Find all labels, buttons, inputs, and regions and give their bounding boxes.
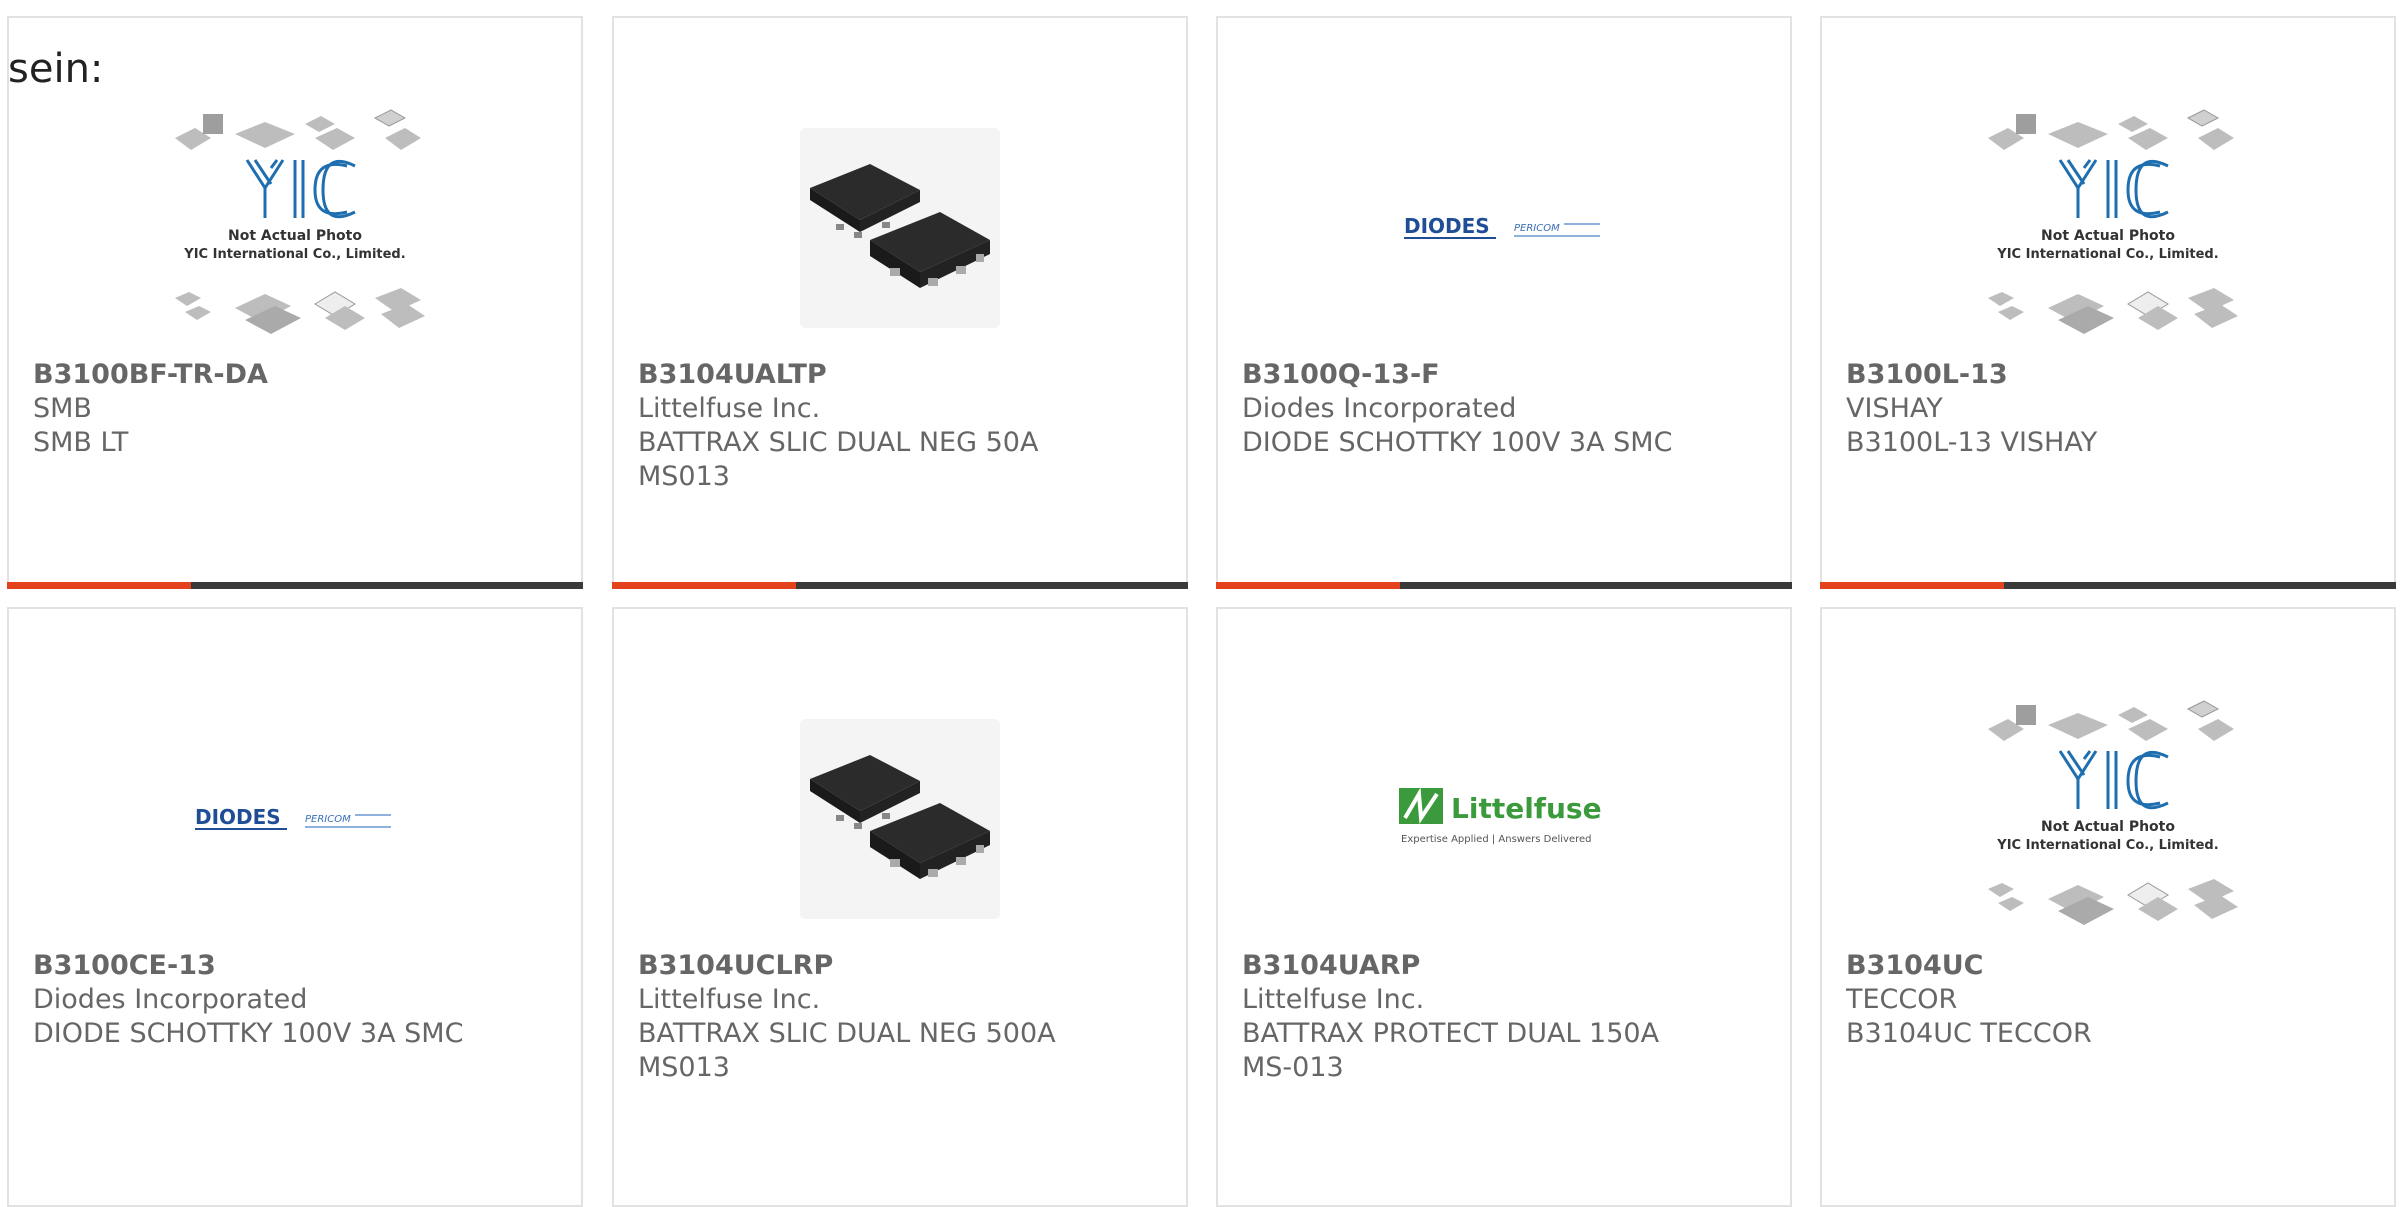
product-info: B3100L-13 VISHAY B3100L-13 VISHAY bbox=[1846, 358, 2374, 460]
product-description: MS-013 bbox=[1242, 1052, 1344, 1083]
product-card[interactable]: DIODES PERICOM B3100Q-13-F Diodes Incorpo… bbox=[1216, 16, 1792, 589]
littelfuse-logo-text: Littelfuse bbox=[1451, 792, 1602, 825]
yic-placeholder-image: Not Actual Photo YIC International Co., … bbox=[1988, 700, 2238, 925]
product-image[interactable]: Not Actual Photo YIC International Co., … bbox=[9, 98, 581, 358]
card-accent-bar bbox=[1820, 582, 2004, 589]
card-accent-bar bbox=[1216, 582, 1400, 589]
product-info: B3104UCLRP Littelfuse Inc. BATTRAX SLIC DU… bbox=[638, 949, 1166, 1085]
littelfuse-tagline: Expertise Applied | Answers Delivered bbox=[1401, 834, 1592, 845]
diodes-logo-image: DIODES PERICOM bbox=[1404, 214, 1600, 239]
product-info: B3104UC TECCOR B3104UC TECCOR bbox=[1846, 949, 2374, 1051]
card-accent-bar bbox=[7, 582, 191, 589]
product-card[interactable]: DIODES PERICOM B3100CE-13 Diodes Incorpor… bbox=[7, 607, 583, 1207]
yic-photo-line2: YIC International Co., Limited. bbox=[183, 247, 405, 262]
product-description: BATTRAX SLIC DUAL NEG 50A bbox=[638, 427, 1039, 458]
product-image[interactable] bbox=[614, 98, 1186, 358]
product-manufacturer: VISHAY bbox=[1846, 393, 1943, 424]
yic-photo-line1: Not Actual Photo bbox=[228, 228, 362, 244]
product-info: B3104UARP Littelfuse Inc. BATTRAX PROTECT … bbox=[1242, 949, 1770, 1085]
product-manufacturer: Diodes Incorporated bbox=[1242, 393, 1517, 424]
product-card[interactable]: Not Actual Photo YIC International Co., … bbox=[1820, 16, 2396, 589]
product-description: B3104UC TECCOR bbox=[1846, 1018, 2092, 1049]
yic-photo-line1: Not Actual Photo bbox=[2041, 228, 2175, 244]
product-manufacturer: Littelfuse Inc. bbox=[1242, 984, 1425, 1015]
product-image[interactable]: DIODES PERICOM bbox=[9, 689, 581, 949]
diodes-logo-image: DIODES PERICOM bbox=[195, 805, 391, 830]
product-part-number[interactable]: B3104UCLRP bbox=[638, 949, 1166, 983]
product-part-number[interactable]: B3104UALTP bbox=[638, 358, 1166, 392]
product-card[interactable]: B3104UCLRP Littelfuse Inc. BATTRAX SLIC DU… bbox=[612, 607, 1188, 1207]
yic-photo-line2: YIC International Co., Limited. bbox=[1996, 247, 2218, 262]
chip-photo-image bbox=[800, 128, 1000, 328]
product-card[interactable]: Littelfuse Expertise Applied | Answers D… bbox=[1216, 607, 1792, 1207]
product-card[interactable]: B3104UALTP Littelfuse Inc. BATTRAX SLIC DU… bbox=[612, 16, 1188, 589]
product-description: SMB LT bbox=[33, 427, 129, 458]
product-description: B3100L-13 VISHAY bbox=[1846, 427, 2098, 458]
product-part-number[interactable]: B3104UARP bbox=[1242, 949, 1770, 983]
yic-placeholder-image: Not Actual Photo YIC International Co., … bbox=[1988, 109, 2238, 334]
product-part-number[interactable]: B3100BF-TR-DA bbox=[33, 358, 561, 392]
yic-photo-line2: YIC International Co., Limited. bbox=[1996, 838, 2218, 853]
product-info: B3104UALTP Littelfuse Inc. BATTRAX SLIC DU… bbox=[638, 358, 1166, 494]
card-bottom-bar bbox=[1216, 582, 1792, 589]
product-manufacturer: Littelfuse Inc. bbox=[638, 984, 821, 1015]
product-manufacturer: Diodes Incorporated bbox=[33, 984, 308, 1015]
product-part-number[interactable]: B3100CE-13 bbox=[33, 949, 561, 983]
product-card[interactable]: Not Actual Photo YIC International Co., … bbox=[7, 16, 583, 589]
product-image[interactable]: Not Actual Photo YIC International Co., … bbox=[1822, 689, 2394, 949]
intro-text: sein: bbox=[8, 46, 104, 92]
product-part-number[interactable]: B3100L-13 bbox=[1846, 358, 2374, 392]
product-image[interactable] bbox=[614, 689, 1186, 949]
product-manufacturer: Littelfuse Inc. bbox=[638, 393, 821, 424]
chip-photo-image bbox=[800, 719, 1000, 919]
product-info: B3100BF-TR-DA SMB SMB LT bbox=[33, 358, 561, 460]
product-description: BATTRAX PROTECT DUAL 150A bbox=[1242, 1018, 1660, 1049]
product-info: B3100CE-13 Diodes Incorporated DIODE SCHOT… bbox=[33, 949, 561, 1051]
card-bottom-bar bbox=[7, 582, 583, 589]
pericom-logo-text: PERICOM bbox=[1514, 223, 1560, 234]
card-accent-bar bbox=[612, 582, 796, 589]
product-image[interactable]: Not Actual Photo YIC International Co., … bbox=[1822, 98, 2394, 358]
product-description: BATTRAX SLIC DUAL NEG 500A bbox=[638, 1018, 1056, 1049]
card-bottom-bar bbox=[612, 582, 1188, 589]
product-info: B3100Q-13-F Diodes Incorporated DIODE SCHO… bbox=[1242, 358, 1770, 460]
product-manufacturer: TECCOR bbox=[1846, 984, 1958, 1015]
product-card[interactable]: Not Actual Photo YIC International Co., … bbox=[1820, 607, 2396, 1207]
card-bottom-bar bbox=[1820, 582, 2396, 589]
product-description: DIODE SCHOTTKY 100V 3A SMC bbox=[33, 1018, 464, 1049]
yic-placeholder-image: Not Actual Photo YIC International Co., … bbox=[175, 109, 425, 334]
product-description: MS013 bbox=[638, 1052, 730, 1083]
littelfuse-logo-image: Littelfuse Expertise Applied | Answers D… bbox=[1399, 787, 1602, 845]
product-image[interactable]: DIODES PERICOM bbox=[1218, 98, 1790, 358]
product-part-number[interactable]: B3104UC bbox=[1846, 949, 2374, 983]
product-image[interactable]: Littelfuse Expertise Applied | Answers D… bbox=[1218, 689, 1790, 949]
product-description: MS013 bbox=[638, 461, 730, 492]
diodes-logo-text: DIODES bbox=[195, 805, 281, 829]
diodes-logo-text: DIODES bbox=[1404, 214, 1490, 238]
product-part-number[interactable]: B3100Q-13-F bbox=[1242, 358, 1770, 392]
product-description: DIODE SCHOTTKY 100V 3A SMC bbox=[1242, 427, 1673, 458]
pericom-logo-text: PERICOM bbox=[305, 814, 351, 825]
yic-photo-line1: Not Actual Photo bbox=[2041, 819, 2175, 835]
product-manufacturer: SMB bbox=[33, 393, 92, 424]
